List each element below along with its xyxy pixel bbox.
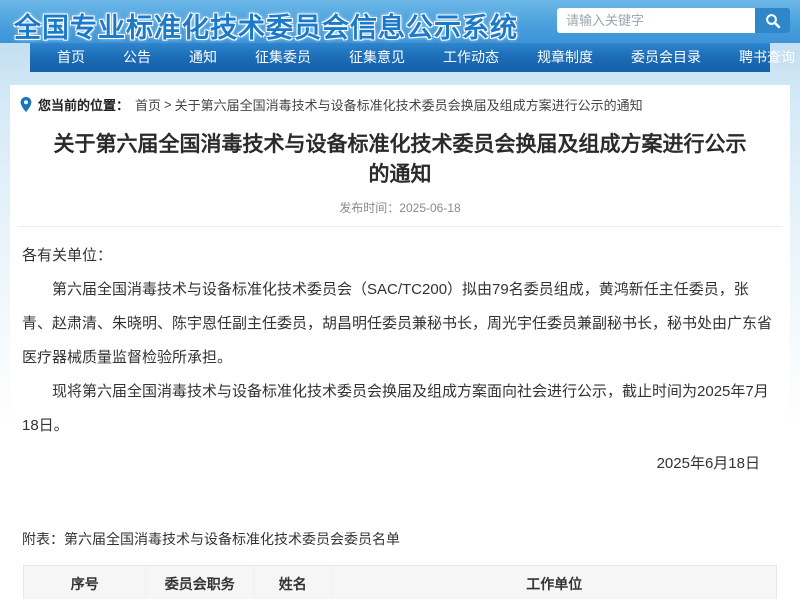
salutation: 各有关单位： [22, 239, 778, 273]
content-area: 您当前的位置： 首页 > 关于第六届全国消毒技术与设备标准化技术委员会换届及组成… [10, 85, 790, 599]
breadcrumb: 您当前的位置： 首页 > 关于第六届全国消毒技术与设备标准化技术委员会换届及组成… [18, 85, 782, 120]
nav-item-committee-directory[interactable]: 委员会目录 [612, 43, 720, 72]
search-icon [765, 13, 781, 29]
search-button[interactable] [755, 8, 790, 33]
breadcrumb-current-link[interactable]: 关于第六届全国消毒技术与设备标准化技术委员会换届及组成方案进行公示的通知 [175, 95, 643, 114]
sign-date: 2025年6月18日 [18, 447, 782, 481]
table-header-row: 序号 委员会职务 姓名 工作单位 [24, 566, 776, 599]
nav-item-recruit-members[interactable]: 征集委员 [236, 43, 330, 72]
search-bar [557, 8, 790, 33]
nav-item-notices[interactable]: 通知 [170, 43, 236, 72]
main-nav: 首页 公告 通知 征集委员 征集意见 工作动态 规章制度 委员会目录 聘书查询 … [30, 43, 770, 72]
col-header-name: 姓名 [254, 566, 332, 599]
top-banner: 全国专业标准化技术委员会信息公示系统 [0, 0, 800, 43]
breadcrumb-home-link[interactable]: 首页 [135, 95, 161, 114]
committee-table: 序号 委员会职务 姓名 工作单位 77委员谢昕浙江省医疗器械审评中心78委员朱倩… [23, 565, 777, 599]
location-pin-icon [20, 97, 32, 112]
attachment-caption: 附表：第六届全国消毒技术与设备标准化技术委员会委员名单 [18, 529, 782, 549]
col-header-no: 序号 [24, 566, 146, 599]
nav-item-announcements[interactable]: 公告 [104, 43, 170, 72]
paragraph-2: 现将第六届全国消毒技术与设备标准化技术委员会换届及组成方案面向社会进行公示，截止… [22, 375, 778, 443]
site-title: 全国专业标准化技术委员会信息公示系统 [14, 6, 518, 45]
publish-date: 发布时间：2025-06-18 [18, 199, 782, 227]
nav-item-rules[interactable]: 规章制度 [518, 43, 612, 72]
search-input[interactable] [557, 8, 755, 33]
col-header-unit: 工作单位 [332, 566, 776, 599]
nav-item-work-updates[interactable]: 工作动态 [424, 43, 518, 72]
paragraph-1: 第六届全国消毒技术与设备标准化技术委员会（SAC/TC200）拟由79名委员组成… [22, 273, 778, 375]
nav-item-home[interactable]: 首页 [38, 43, 104, 72]
nav-item-solicit-opinions[interactable]: 征集意见 [330, 43, 424, 72]
breadcrumb-label: 您当前的位置： [38, 95, 129, 114]
nav-item-certificate-query[interactable]: 聘书查询 [720, 43, 800, 72]
article-body: 各有关单位： 第六届全国消毒技术与设备标准化技术委员会（SAC/TC200）拟由… [18, 227, 782, 443]
breadcrumb-separator: > [164, 97, 172, 112]
col-header-position: 委员会职务 [146, 566, 254, 599]
article-title: 关于第六届全国消毒技术与设备标准化技术委员会换届及组成方案进行公示的通知 [48, 130, 752, 190]
